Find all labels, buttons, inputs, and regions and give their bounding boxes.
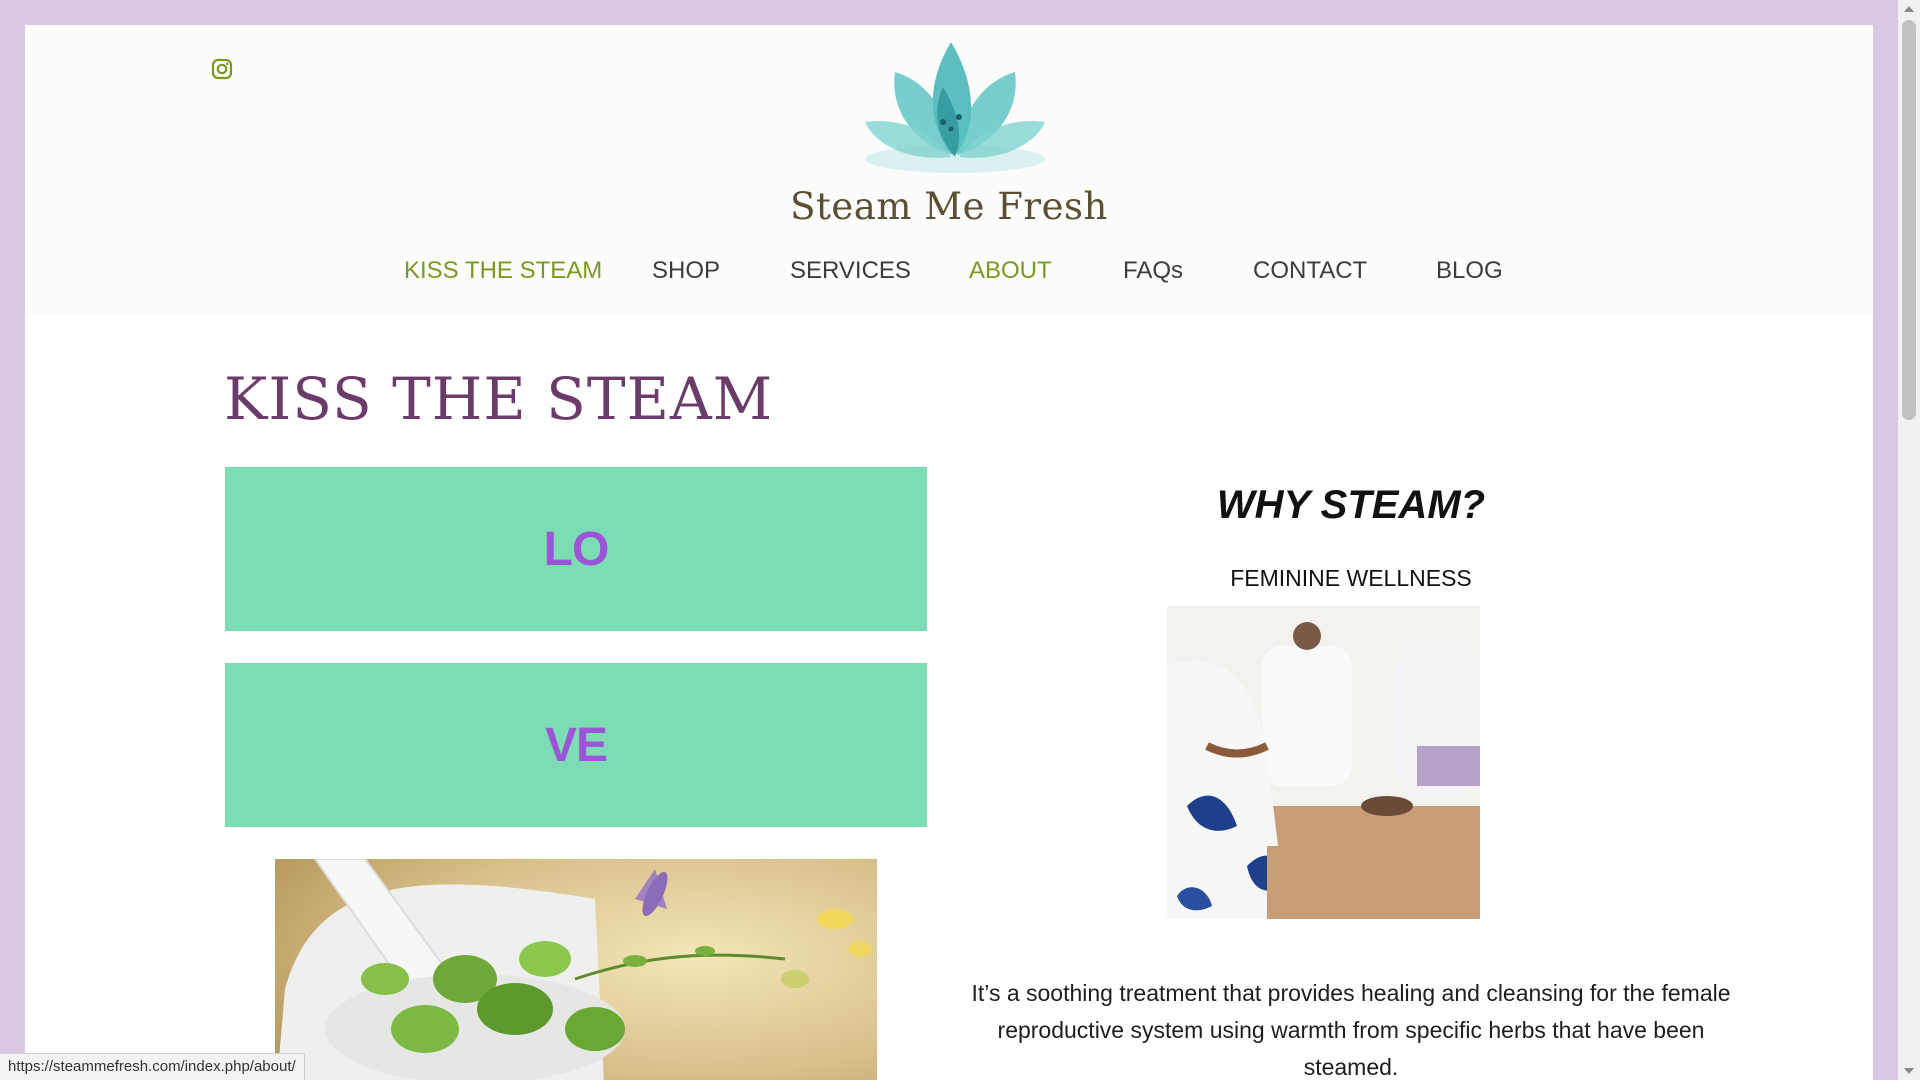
scroll-down-icon[interactable]	[1904, 1068, 1914, 1074]
page-title: KISS THE STEAM	[224, 365, 774, 433]
why-steam-paragraph: It’s a soothing treatment that provides …	[971, 980, 1731, 1080]
love-tile-bottom[interactable]: VE	[225, 663, 927, 827]
nav-item-services[interactable]: SERVICES	[790, 257, 911, 285]
nav-item-contact[interactable]: CONTACT	[1253, 257, 1367, 285]
scroll-up-icon[interactable]	[1904, 6, 1914, 12]
instagram-icon	[211, 58, 233, 80]
scroll-thumb[interactable]	[1902, 20, 1916, 420]
nav-item-faqs[interactable]: FAQs	[1123, 257, 1183, 285]
page-scrollbar[interactable]	[1898, 0, 1920, 1080]
nav-item-about[interactable]: ABOUT	[969, 257, 1052, 285]
why-steam-heading: WHY STEAM?	[1216, 483, 1486, 527]
herbs-mortar-photo	[275, 859, 877, 1080]
feminine-wellness-subheading: FEMININE WELLNESS	[1230, 565, 1472, 591]
brand-name[interactable]: Steam Me Fresh	[25, 185, 1873, 228]
site-header: Steam Me Fresh KISS THE STEAM SHOP SERVI…	[25, 25, 1873, 315]
instagram-link[interactable]	[211, 58, 233, 80]
women-steaming-photo	[1167, 606, 1480, 919]
page-container: Steam Me Fresh KISS THE STEAM SHOP SERVI…	[25, 25, 1873, 1080]
nav-item-shop[interactable]: SHOP	[652, 257, 720, 285]
tile-text: VE	[544, 718, 608, 772]
lotus-flower-logo[interactable]	[855, 37, 1055, 187]
main-nav: KISS THE STEAM SHOP SERVICES ABOUT FAQs …	[25, 257, 1873, 297]
status-bar-url: https://steammefresh.com/index.php/about…	[0, 1053, 305, 1080]
love-tile-top[interactable]: LO	[225, 467, 927, 631]
tile-text: LO	[543, 522, 610, 576]
nav-item-kiss-the-steam[interactable]: KISS THE STEAM	[404, 257, 602, 285]
nav-item-blog[interactable]: BLOG	[1436, 257, 1503, 285]
